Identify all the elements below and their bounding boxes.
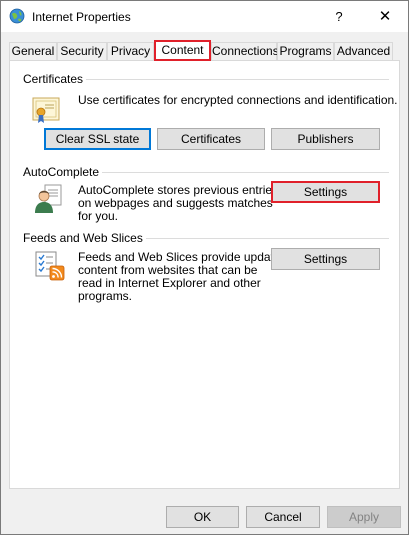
autocomplete-divider (94, 172, 389, 173)
content-tab-panel: Certificates Use certificates for encryp… (9, 60, 400, 489)
certificates-divider (86, 79, 389, 80)
feeds-settings-button[interactable]: Settings (271, 248, 380, 270)
certificates-description: Use certificates for encrypted connectio… (78, 93, 398, 107)
close-button[interactable]: ✕ (362, 1, 408, 32)
certificate-icon (32, 97, 60, 123)
tab-security[interactable]: Security (57, 42, 107, 60)
autocomplete-settings-button[interactable]: Settings (271, 181, 380, 203)
tab-connections[interactable]: Connections (211, 42, 279, 60)
autocomplete-user-icon (35, 184, 62, 213)
certificates-button[interactable]: Certificates (157, 128, 265, 150)
publishers-button[interactable]: Publishers (271, 128, 380, 150)
internet-properties-dialog: Internet Properties ? ✕ General Security… (0, 0, 409, 535)
autocomplete-description-line-3: for you. (78, 209, 119, 223)
feeds-description-line-4: programs. (78, 289, 133, 303)
title-bar: Internet Properties ? ✕ (1, 1, 408, 32)
cancel-button[interactable]: Cancel (246, 506, 320, 528)
tab-advanced[interactable]: Advanced (334, 42, 393, 60)
feed-list-icon (35, 251, 65, 281)
certificates-heading: Certificates (23, 72, 87, 86)
tab-strip: General Security Privacy Content Connect… (1, 40, 408, 61)
feeds-divider (130, 238, 389, 239)
tab-general[interactable]: General (9, 42, 57, 60)
feeds-heading: Feeds and Web Slices (23, 231, 146, 245)
tab-content[interactable]: Content (154, 40, 211, 61)
apply-button[interactable]: Apply (327, 506, 401, 528)
tab-privacy[interactable]: Privacy (107, 42, 154, 60)
ok-button[interactable]: OK (166, 506, 239, 528)
help-button[interactable]: ? (316, 1, 362, 32)
internet-globe-icon (9, 8, 25, 24)
tab-programs[interactable]: Programs (277, 42, 334, 60)
window-title: Internet Properties (32, 10, 131, 24)
clear-ssl-state-button[interactable]: Clear SSL state (44, 128, 151, 150)
autocomplete-heading: AutoComplete (23, 165, 103, 179)
